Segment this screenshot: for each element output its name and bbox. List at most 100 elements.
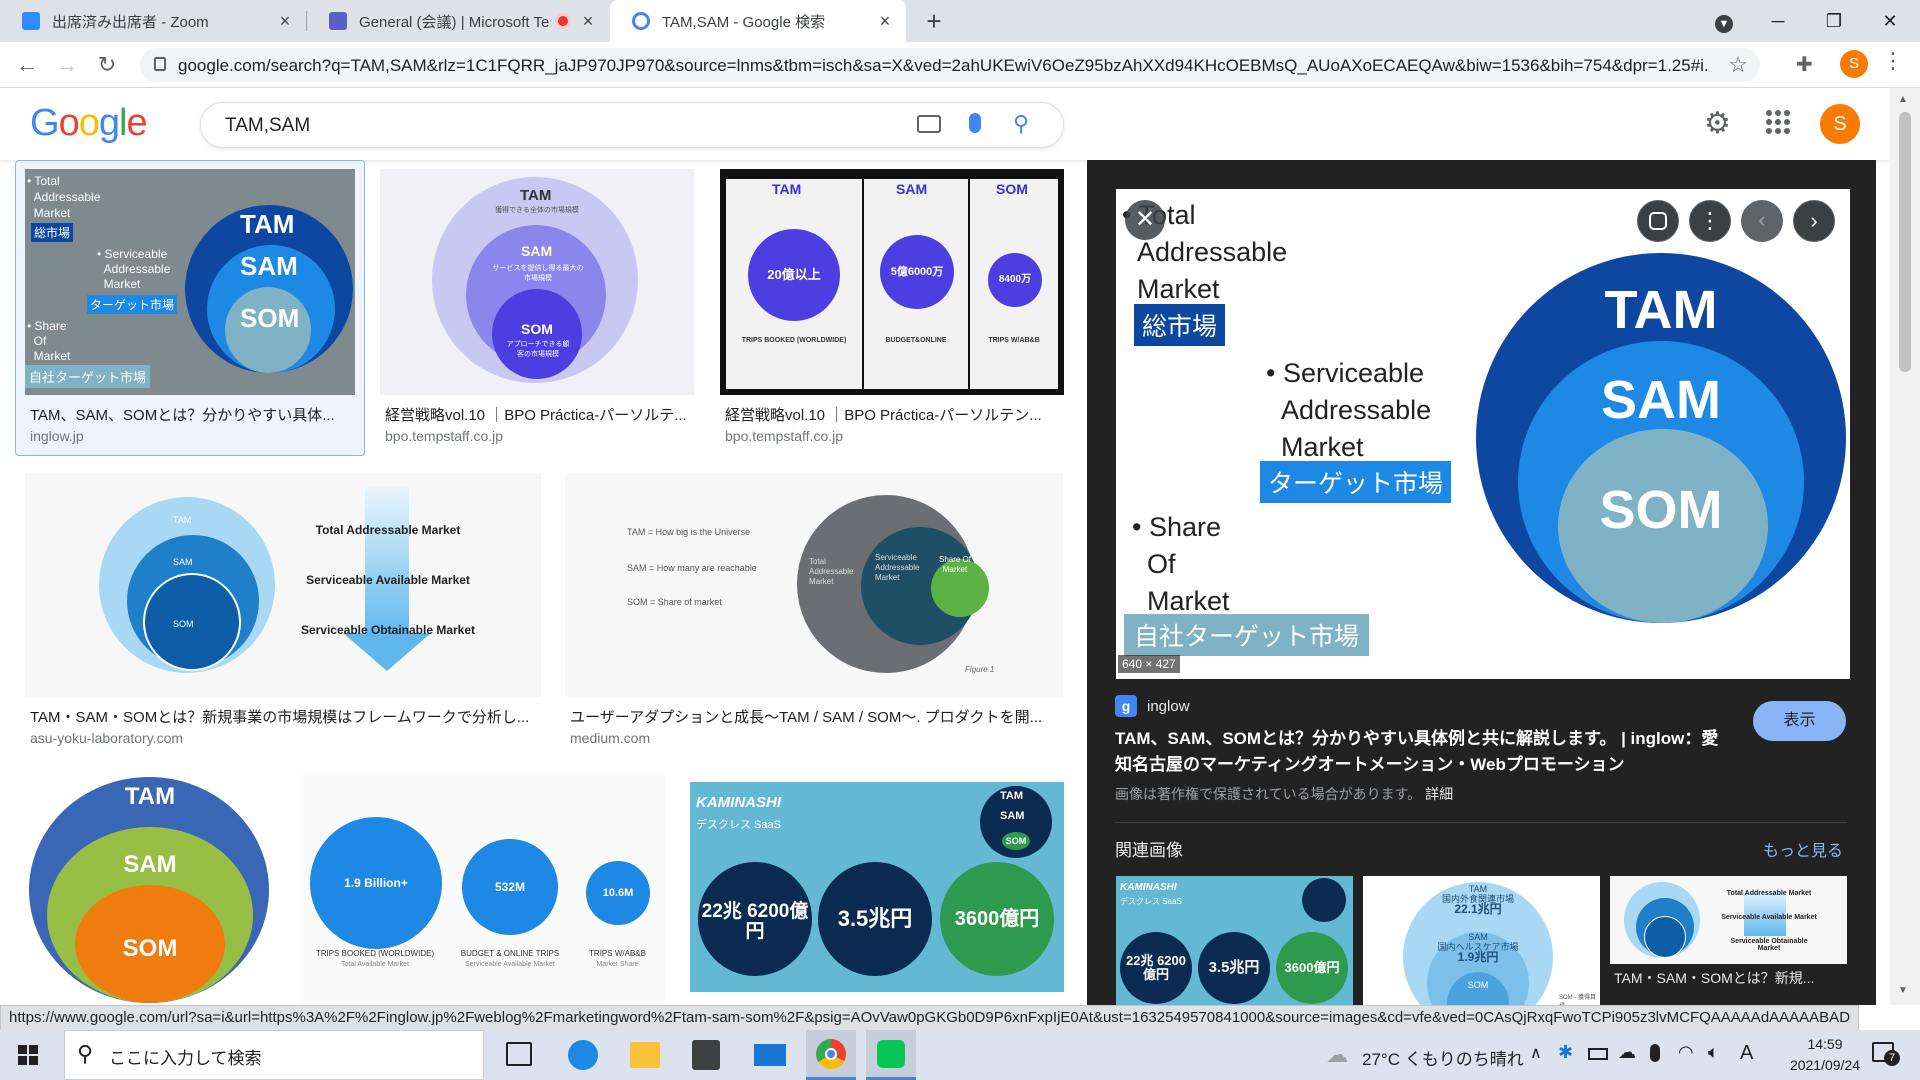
result-thumbnail-5[interactable]: TAM = How big is the Universe SAM = How …	[565, 473, 1063, 697]
result-thumbnail-6[interactable]: TAM SAM SOM	[25, 773, 275, 1005]
scroll-up-arrow[interactable]: ▲	[1898, 94, 1908, 105]
back-button[interactable]: ←	[12, 50, 42, 80]
link-status-bar: https://www.google.com/url?sa=i&url=http…	[0, 1005, 1860, 1031]
close-preview-button[interactable]: ✕	[1125, 200, 1165, 240]
related-image-2[interactable]: TAM 国内外食関連市場 22.1兆円 SAM 国内ヘルスケア市場 1.9兆円 SOM …	[1363, 876, 1600, 1005]
result-caption[interactable]: 経営戦略vol.10 ｜BPO Práctica-パーソルテン...	[725, 404, 1055, 425]
result-caption[interactable]: 経営戦略vol.10 ｜BPO Práctica-パーソルテ...	[385, 404, 697, 425]
result-thumbnail-3[interactable]: TAM SAM SOM 20億以上 5億6000万 8400万 TRIPS BO…	[720, 169, 1064, 395]
preview-image[interactable]: • Total Addressable Market 総市場 • Service…	[1116, 189, 1850, 679]
result-thumbnail-1[interactable]: • Total Addressable Market 総市場 • Service…	[25, 169, 355, 395]
weather-text[interactable]: 27°C くもりのち晴れ	[1362, 1045, 1524, 1070]
details-link[interactable]: 詳細	[1425, 786, 1453, 802]
scroll-down-arrow[interactable]: ▼	[1898, 985, 1908, 996]
windows-taskbar: ⚲ ここに入力して検索 ☁ 27°C くもりのち晴れ ∧ ✱ ☁ ◠ 🔈︎ A …	[0, 1030, 1920, 1080]
result-caption[interactable]: TAM・SAM・SOMとは？新規事業の市場規模はフレームワークで分析し...	[30, 706, 540, 727]
lock-icon	[154, 57, 166, 71]
result-thumbnail-7[interactable]: 1.9 Billion+ 532M 10.6M TRIPS BOOKED (WO…	[300, 773, 665, 1005]
microphone-icon[interactable]	[969, 113, 981, 133]
result-source: asu-yoku-laboratory.com	[30, 730, 184, 746]
url-text[interactable]: google.com/search?q=TAM,SAM&rlz=1C1FQRR_…	[178, 56, 1708, 76]
chrome-taskbar-button[interactable]	[806, 1030, 856, 1080]
bluetooth-icon[interactable]: ✱	[1558, 1042, 1573, 1063]
store-icon[interactable]	[692, 1040, 720, 1070]
scrollbar-thumb[interactable]	[1899, 112, 1911, 372]
result-caption[interactable]: ユーザーアダプションと成長〜TAM / SAM / SOM〜. プロダクトを開.…	[570, 706, 1062, 727]
related-caption[interactable]: TAM・SAM・SOMとは？新規...	[1614, 968, 1847, 988]
copyright-notice: 画像は著作権で保護されている場合があります。 詳細	[1115, 786, 1454, 802]
image-dimensions: 640 × 427	[1118, 655, 1180, 673]
taskbar-search-box[interactable]: ⚲ ここに入力して検索	[64, 1030, 484, 1080]
tab-teams[interactable]: General (会議) | Microsoft Te ×	[307, 0, 609, 42]
line-icon	[877, 1040, 905, 1068]
related-images-heading: 関連画像	[1115, 841, 1183, 860]
new-tab-button[interactable]: +	[918, 6, 950, 36]
google-account-avatar[interactable]: S	[1820, 104, 1860, 144]
close-icon[interactable]: ×	[274, 10, 296, 32]
reload-button[interactable]: ↻	[92, 50, 122, 80]
chrome-menu-icon[interactable]: ⋮	[1882, 48, 1904, 74]
weather-icon[interactable]: ☁	[1326, 1042, 1348, 1068]
more-options-icon[interactable]: ⋮	[1689, 200, 1731, 242]
mail-icon[interactable]	[754, 1044, 786, 1066]
windows-start-icon[interactable]	[18, 1045, 38, 1065]
visit-button[interactable]: 表示	[1753, 701, 1846, 741]
file-explorer-icon[interactable]	[630, 1042, 660, 1068]
close-icon[interactable]: ×	[577, 10, 599, 32]
search-icon[interactable]: ⚲	[1013, 111, 1029, 137]
preview-title[interactable]: TAM、SAM、SOMとは？分かりやすい具体例と共に解説します。 | inglo…	[1115, 726, 1735, 778]
tab-zoom[interactable]: 出席済み出席者 - Zoom ×	[0, 0, 306, 42]
zoom-icon	[22, 12, 40, 30]
maximize-button[interactable]: ❐	[1806, 0, 1862, 42]
result-thumbnail-4[interactable]: TAM SAM SOM Total Addressable Market Ser…	[25, 473, 541, 697]
page-scrollbar[interactable]: ▲ ▼	[1890, 88, 1920, 1005]
notification-center-icon[interactable]: 7	[1872, 1040, 1900, 1068]
recording-icon	[555, 13, 571, 29]
tab-search-icon[interactable]: ▼	[1696, 0, 1752, 42]
window-close-button[interactable]: ✕	[1862, 0, 1918, 42]
related-image-1[interactable]: KAMINASHI デスクレス SaaS 22兆 6200億円 3.5兆円 36…	[1116, 876, 1353, 1005]
google-logo[interactable]: Google	[30, 102, 148, 145]
battery-icon[interactable]	[1588, 1048, 1608, 1060]
teams-icon	[329, 12, 347, 30]
extensions-icon[interactable]: ✚	[1796, 52, 1813, 77]
search-input[interactable]: TAM,SAM	[225, 115, 310, 137]
next-image-button[interactable]: ›	[1793, 200, 1835, 242]
apps-grid-icon[interactable]	[1766, 110, 1790, 134]
profile-avatar[interactable]: S	[1840, 50, 1868, 78]
previous-image-button[interactable]: ‹	[1741, 200, 1783, 242]
wifi-icon[interactable]: ◠	[1678, 1042, 1694, 1063]
forward-button[interactable]: →	[52, 50, 82, 80]
clock[interactable]: 14:59 2021/09/24	[1780, 1034, 1870, 1076]
settings-gear-icon[interactable]: ⚙	[1704, 106, 1731, 141]
result-thumbnail-2[interactable]: TAM 獲得できる全体の市場規模 SAM サービスを提供し得る最大の市場規模 S…	[380, 169, 694, 395]
line-taskbar-button[interactable]	[866, 1030, 916, 1080]
edge-icon[interactable]	[568, 1040, 598, 1070]
show-hidden-icons[interactable]: ∧	[1530, 1043, 1542, 1063]
result-source: inglow.jp	[30, 428, 84, 444]
onedrive-icon[interactable]: ☁	[1618, 1042, 1636, 1063]
bookmark-star-icon[interactable]: ☆	[1728, 52, 1748, 78]
google-header: Google TAM,SAM ⚲ ⚙ S	[0, 88, 1890, 160]
microphone-icon[interactable]	[1650, 1044, 1660, 1062]
volume-icon[interactable]: 🔈︎	[1708, 1042, 1719, 1063]
minimize-button[interactable]: ─	[1750, 0, 1806, 42]
result-thumbnail-8[interactable]: KAMINASHI デスクレス SaaS TAM SAM SOM 22兆 620…	[690, 782, 1064, 992]
search-box[interactable]: TAM,SAM ⚲	[200, 102, 1064, 148]
close-icon[interactable]: ×	[874, 10, 896, 32]
lens-search-icon[interactable]	[1637, 200, 1679, 242]
site-favicon: g	[1115, 695, 1137, 717]
result-source: medium.com	[570, 730, 651, 746]
task-view-icon[interactable]	[506, 1042, 532, 1066]
tab-strip: 出席済み出席者 - Zoom × General (会議) | Microsof…	[0, 0, 1920, 42]
camera-icon[interactable]	[917, 115, 941, 133]
see-more-link[interactable]: もっと見る	[1763, 837, 1843, 861]
ime-indicator[interactable]: A	[1740, 1042, 1753, 1065]
search-icon: ⚲	[77, 1041, 94, 1066]
tab-google-search[interactable]: TAM,SAM - Google 検索 ×	[610, 0, 906, 42]
result-caption[interactable]: TAM、SAM、SOMとは？分かりやすい具体...	[30, 404, 350, 425]
address-bar[interactable]: google.com/search?q=TAM,SAM&rlz=1C1FQRR_…	[140, 48, 1760, 82]
related-image-3[interactable]: Total Addressable Market Serviceable Ava…	[1610, 876, 1847, 964]
clock-date: 2021/09/24	[1789, 1057, 1861, 1073]
site-name[interactable]: inglow	[1147, 698, 1190, 715]
